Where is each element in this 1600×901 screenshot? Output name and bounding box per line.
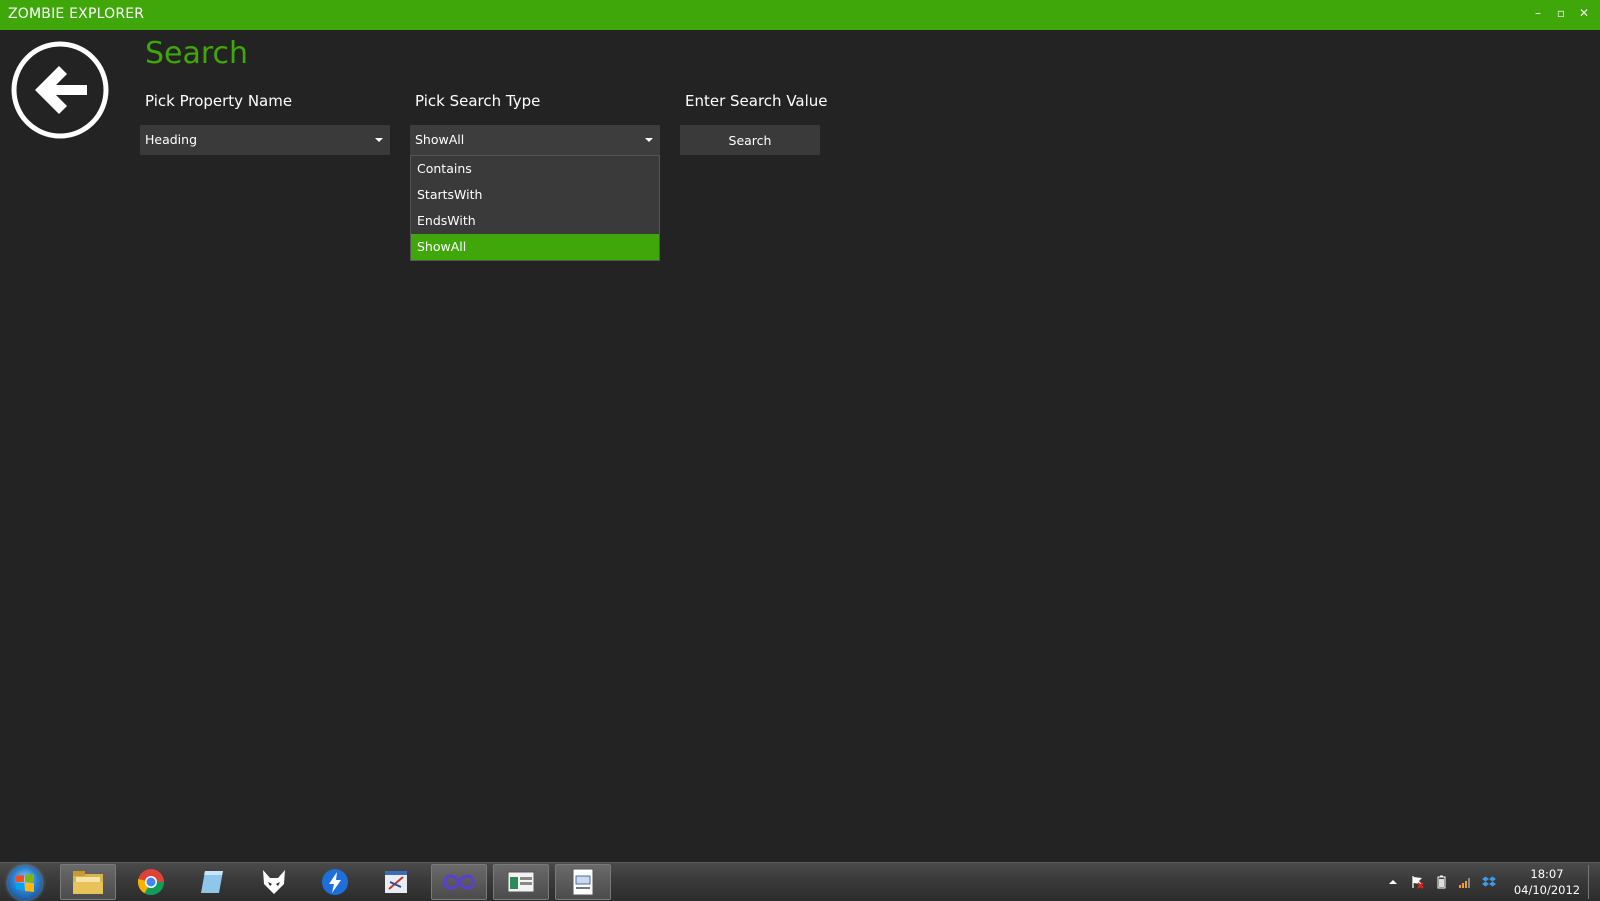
taskbar: 18:07 04/10/2012 [0,862,1600,901]
window-controls: – ▫ ✕ [1532,4,1590,22]
taskbar-app-document[interactable] [555,864,611,900]
arrow-left-circle-icon [11,41,109,139]
search-type-combobox[interactable]: ShowAll [410,125,660,155]
action-center-flag-icon[interactable] [1410,875,1424,889]
search-type-dropdown: Contains StartsWith EndsWith ShowAll [410,155,660,261]
chevron-down-icon [645,138,653,142]
system-clock[interactable]: 18:07 04/10/2012 [1507,866,1587,898]
search-value-label: Enter Search Value [685,92,828,110]
clock-date: 04/10/2012 [1513,883,1581,897]
chevron-down-icon [375,138,383,142]
taskbar-app-paint[interactable] [368,864,424,900]
taskbar-app-explorer[interactable] [60,864,116,900]
taskbar-app-fox[interactable] [246,864,302,900]
lightning-icon [322,869,348,895]
paint-icon [385,871,407,893]
dropdown-option-contains[interactable]: Contains [411,156,659,182]
search-type-label: Pick Search Type [415,92,541,110]
clock-time: 18:07 [1530,867,1564,881]
window-app-icon [507,871,535,893]
taskbar-app-infinity[interactable] [431,864,487,900]
chrome-icon [137,869,165,896]
dropdown-option-startswith[interactable]: StartsWith [411,182,659,208]
infinity-icon [443,874,475,890]
windows-logo-icon [16,874,34,892]
search-button[interactable]: Search [680,125,820,155]
taskbar-app-chrome[interactable] [123,864,179,900]
title-bar: ZOMBIE EXPLORER – ▫ ✕ [0,0,1600,30]
fox-icon [263,870,285,894]
dropbox-icon[interactable] [1482,875,1496,889]
show-desktop-button[interactable] [1588,865,1599,899]
dropdown-option-endswith[interactable]: EndsWith [411,208,659,234]
folder-icon [73,871,103,894]
app-title: ZOMBIE EXPLORER [8,6,145,22]
property-name-value: Heading [145,132,198,147]
document-app-icon [572,868,594,896]
dropdown-option-showall[interactable]: ShowAll [411,234,659,260]
property-label: Pick Property Name [145,92,293,110]
notepad-icon [201,871,223,893]
battery-icon[interactable] [1434,875,1448,889]
show-hidden-icons-arrow[interactable] [1386,875,1400,889]
close-button[interactable]: ✕ [1578,4,1590,22]
taskbar-app-notepad[interactable] [184,864,240,900]
maximize-button[interactable]: ▫ [1555,4,1567,22]
start-button[interactable] [8,866,42,900]
taskbar-app-lightning[interactable] [307,864,363,900]
page-title: Search [145,36,249,71]
taskbar-app-window[interactable] [493,864,549,900]
network-icon[interactable] [1458,875,1472,889]
back-button[interactable] [10,40,110,140]
property-name-combobox[interactable]: Heading [140,125,390,155]
minimize-button[interactable]: – [1532,4,1544,22]
search-type-value: ShowAll [415,132,465,147]
